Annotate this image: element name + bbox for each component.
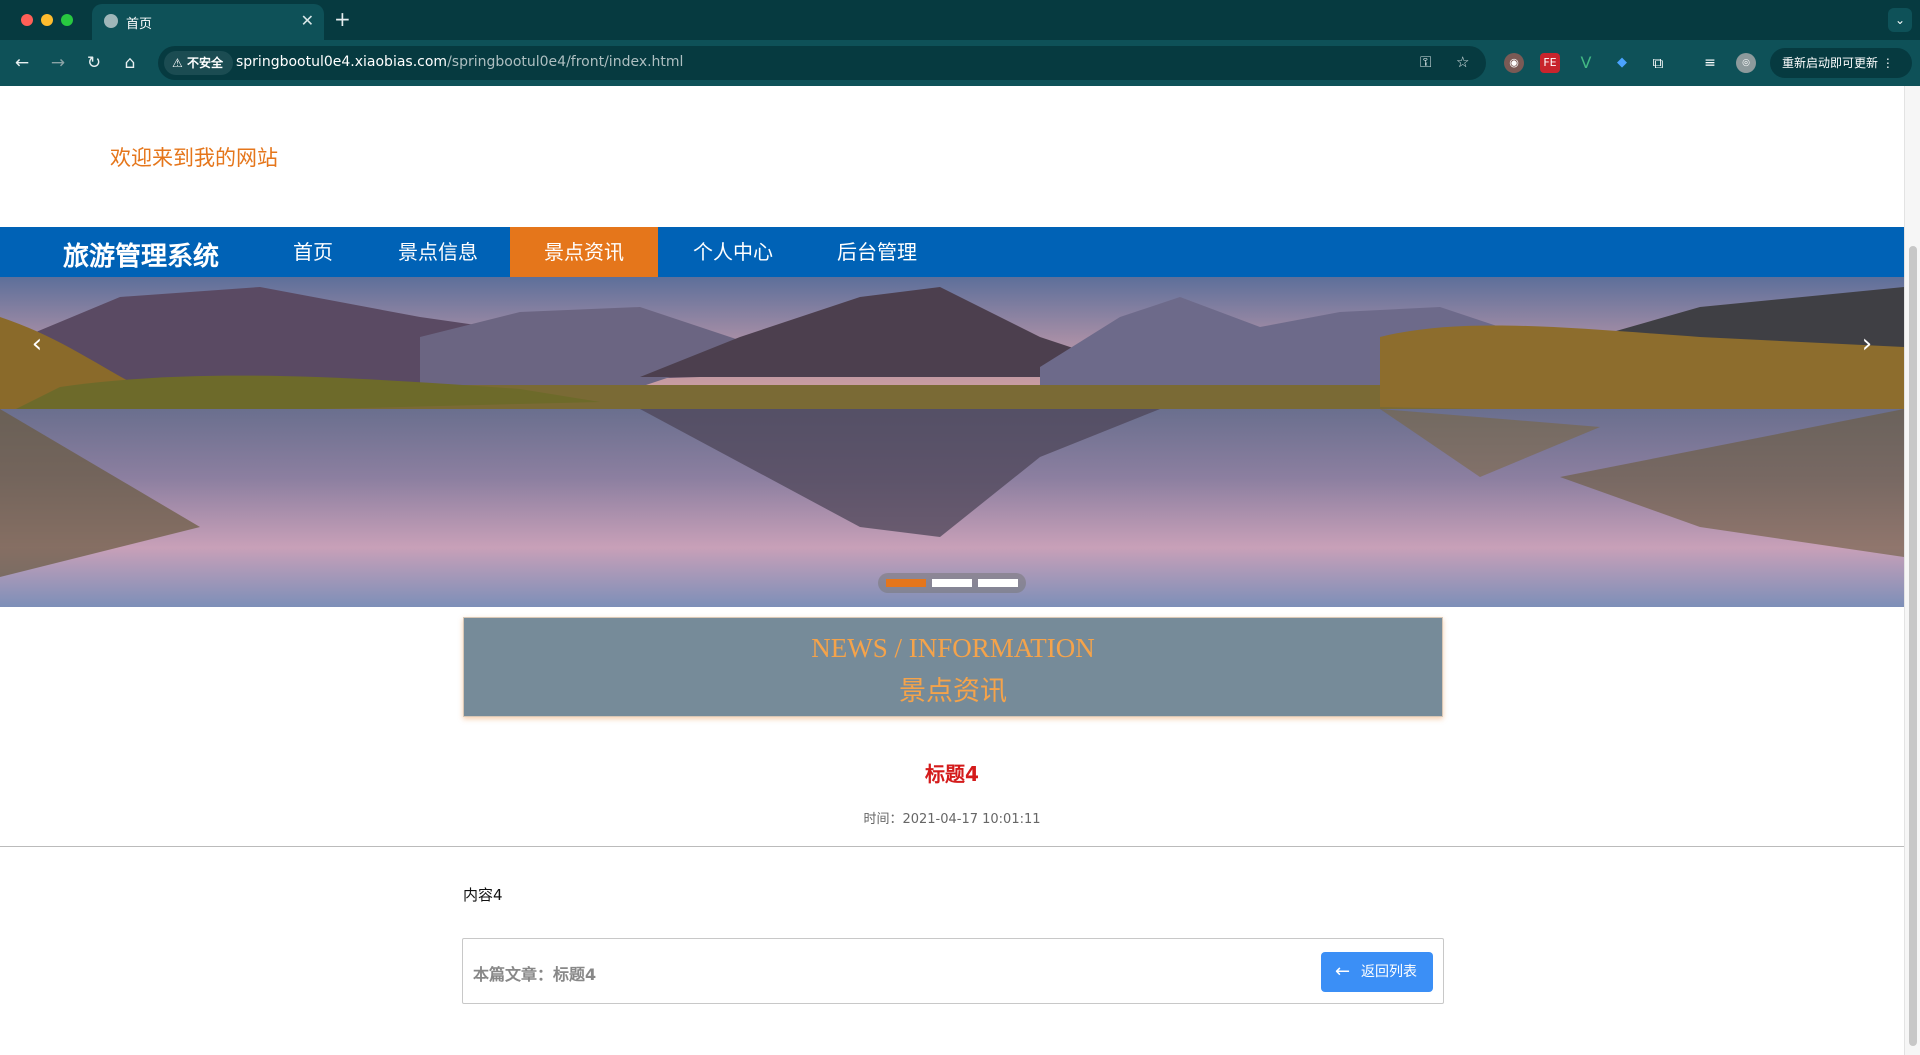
main-navbar: 旅游管理系统 首页 景点信息 景点资讯 个人中心 后台管理 — [0, 227, 1904, 277]
minimize-window-button[interactable] — [41, 14, 53, 26]
forward-icon[interactable]: → — [46, 52, 70, 74]
current-article-label: 本篇文章：标题4 — [473, 965, 597, 984]
carousel-dot-2[interactable] — [932, 579, 972, 587]
reading-list-icon[interactable]: ≡ — [1700, 53, 1720, 73]
nav-scenic-info[interactable]: 景点信息 — [378, 227, 498, 277]
section-title-cn: 景点资讯 — [899, 676, 1007, 707]
back-to-list-button[interactable]: ← 返回列表 — [1321, 952, 1433, 992]
nav-personal-center[interactable]: 个人中心 — [668, 227, 798, 277]
new-tab-button[interactable]: + — [334, 7, 351, 31]
article-title: 标题4 — [925, 762, 979, 786]
tab-search-chevron-icon[interactable]: ⌄ — [1888, 8, 1912, 32]
carousel-next-icon[interactable]: › — [1852, 329, 1882, 359]
back-icon[interactable]: ← — [10, 52, 34, 74]
tab-title: 首页 — [126, 17, 153, 32]
site-brand: 旅游管理系统 — [63, 242, 220, 272]
profile-avatar-icon[interactable]: ◎ — [1736, 53, 1756, 73]
url-text[interactable]: springbootul0e4.xiaobias.com/springbootu… — [236, 54, 683, 70]
insecure-badge[interactable]: ⚠ 不安全 — [164, 51, 233, 75]
close-tab-icon[interactable]: ✕ — [301, 11, 314, 31]
maximize-window-button[interactable] — [61, 14, 73, 26]
browser-tab[interactable]: 首页 ✕ — [92, 4, 324, 40]
url-path: /springbootul0e4/front/index.html — [447, 54, 684, 70]
extension-icon[interactable]: ◉ — [1504, 53, 1524, 73]
section-header: NEWS / INFORMATION 景点资讯 — [463, 617, 1443, 717]
vue-devtools-icon[interactable]: V — [1576, 53, 1596, 73]
globe-icon — [104, 14, 118, 28]
relaunch-update-button[interactable]: 重新启动即可更新 ⋮ — [1770, 48, 1912, 78]
browser-tab-strip: 首页 ✕ + ⌄ — [0, 0, 1920, 40]
carousel-dot-1[interactable] — [886, 579, 926, 587]
article-footer: 本篇文章：标题4 ← 返回列表 — [462, 938, 1444, 1004]
carousel-banner[interactable]: ‹ › — [0, 277, 1904, 607]
bookmark-star-icon[interactable]: ☆ — [1456, 53, 1469, 71]
nav-admin[interactable]: 后台管理 — [812, 227, 942, 277]
close-window-button[interactable] — [21, 14, 33, 26]
update-label: 重新启动即可更新 — [1782, 56, 1879, 70]
fe-extension-icon[interactable]: FE — [1540, 53, 1560, 73]
carousel-prev-icon[interactable]: ‹ — [22, 329, 52, 359]
back-to-list-label: 返回列表 — [1361, 964, 1417, 980]
page-viewport: 欢迎来到我的网站 旅游管理系统 首页 景点信息 景点资讯 个人中心 后台管理 ‹… — [0, 86, 1920, 1055]
password-key-icon[interactable]: ⚿ — [1420, 53, 1431, 71]
browser-toolbar: ← → ↻ ⌂ ⚠ 不安全 springbootul0e4.xiaobias.c… — [0, 40, 1920, 86]
article-content: 内容4 — [463, 886, 503, 904]
article-time: 时间：2021-04-17 10:01:11 — [863, 812, 1041, 827]
puzzle-extensions-icon[interactable]: ⧉ — [1648, 53, 1668, 73]
reload-icon[interactable]: ↻ — [82, 52, 106, 74]
url-host: springbootul0e4.xiaobias.com — [236, 54, 448, 70]
carousel-indicators — [878, 573, 1026, 593]
gem-extension-icon[interactable]: ◆ — [1612, 53, 1632, 73]
scrollbar-thumb[interactable] — [1909, 246, 1917, 1046]
carousel-dot-3[interactable] — [978, 579, 1018, 587]
arrow-left-icon: ← — [1335, 961, 1351, 982]
page-scrollbar[interactable] — [1904, 86, 1920, 1055]
welcome-text: 欢迎来到我的网站 — [110, 146, 278, 170]
address-bar[interactable]: ⚠ 不安全 springbootul0e4.xiaobias.com/sprin… — [158, 46, 1486, 80]
home-icon[interactable]: ⌂ — [118, 52, 142, 74]
section-title-en: NEWS / INFORMATION — [811, 633, 1095, 663]
nav-home[interactable]: 首页 — [268, 227, 358, 277]
banner-landscape-image — [0, 277, 1904, 607]
divider — [0, 846, 1904, 847]
nav-scenic-news[interactable]: 景点资讯 — [510, 227, 658, 277]
insecure-label: 不安全 — [186, 56, 223, 70]
